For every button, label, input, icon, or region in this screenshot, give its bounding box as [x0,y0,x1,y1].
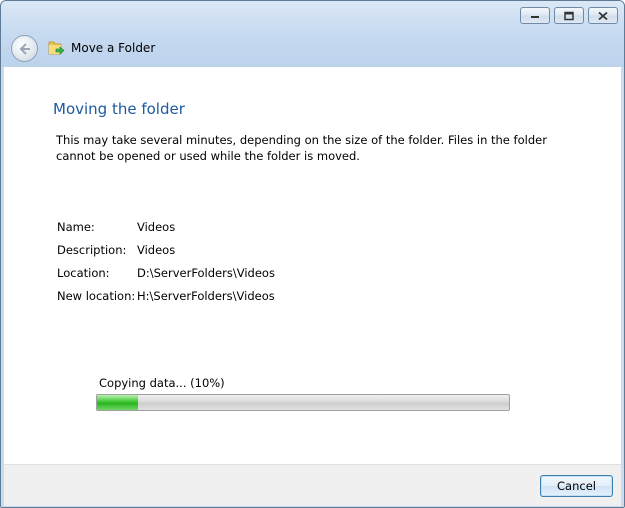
wizard-content: Moving the folder This may take several … [4,67,621,464]
back-arrow-icon [19,43,30,55]
detail-label: Description: [57,243,127,257]
detail-value: H:\ServerFolders\Videos [137,289,275,303]
cancel-button[interactable]: Cancel [540,475,613,497]
detail-value: D:\ServerFolders\Videos [137,266,275,280]
folder-move-icon [48,41,65,55]
detail-label: New location: [57,289,136,303]
page-description: This may take several minutes, depending… [56,133,547,163]
maximize-button[interactable] [554,7,584,24]
close-icon [598,11,608,20]
button-bar: Cancel [4,464,621,506]
close-button[interactable] [588,7,618,24]
detail-value: Videos [137,220,176,234]
detail-value: Videos [137,243,176,257]
window-title: Move a Folder [71,41,156,55]
wizard-window: Move a Folder Moving the folder This may… [0,0,625,508]
caption-buttons [520,7,618,24]
title-bar: Move a Folder [1,1,624,67]
page-heading: Moving the folder [53,100,185,118]
back-button[interactable] [11,35,38,62]
detail-label: Name: [57,220,95,234]
maximize-icon [564,11,574,20]
minimize-button[interactable] [520,7,550,24]
detail-label: Location: [57,266,110,280]
progress-fill [97,395,139,410]
progress-bar [96,394,510,411]
minimize-icon [531,15,539,18]
progress-label: Copying data... (10%) [99,376,225,390]
